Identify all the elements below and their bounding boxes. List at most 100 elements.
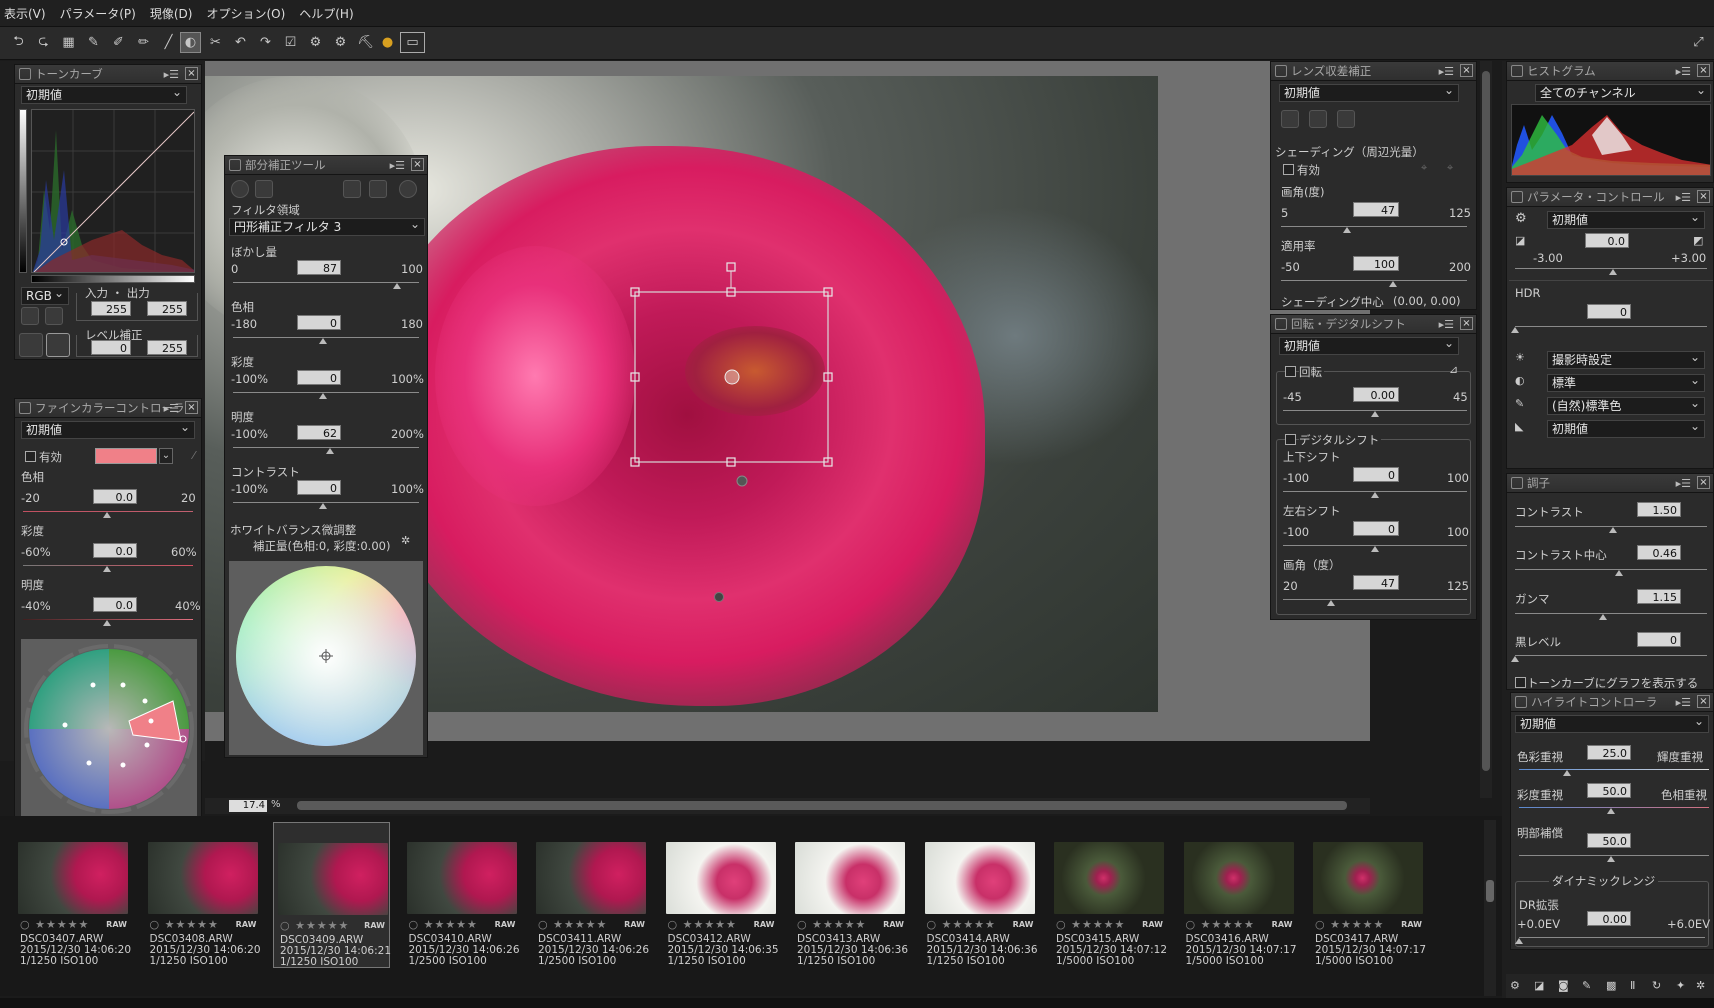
angle-tool-icon[interactable]: ⊿ bbox=[1449, 363, 1458, 376]
picker-icon[interactable]: ⁄ bbox=[193, 449, 195, 462]
show-graph-checkbox[interactable] bbox=[1515, 677, 1526, 688]
rating-stars[interactable]: ○ ★★★★★ bbox=[927, 918, 996, 931]
partial-slider-knob[interactable] bbox=[319, 393, 327, 399]
rating-stars[interactable]: ○ ★★★★★ bbox=[20, 918, 89, 931]
close-icon[interactable]: × bbox=[1697, 64, 1710, 77]
saturation-hue-value[interactable]: 50.0 bbox=[1587, 783, 1631, 798]
dr-expand-value[interactable]: 0.00 bbox=[1587, 911, 1631, 926]
thumbnail-image[interactable] bbox=[795, 842, 905, 914]
gamma-value[interactable]: 1.15 bbox=[1637, 589, 1681, 604]
wb-wheel-area[interactable] bbox=[229, 561, 423, 755]
color-wheel-area[interactable] bbox=[21, 639, 197, 827]
menu-options[interactable]: オプション(O) bbox=[206, 5, 285, 22]
brush-icon[interactable]: ╱ bbox=[158, 32, 179, 53]
gamma-slider-knob[interactable] bbox=[1599, 614, 1607, 620]
rate-value[interactable]: 100 bbox=[1353, 256, 1399, 271]
lens-titlebar[interactable]: レンズ収差補正 ▸☰ × bbox=[1271, 62, 1476, 81]
parameter-preset[interactable]: 初期値 bbox=[1547, 209, 1705, 229]
vertical-shift-knob[interactable] bbox=[1371, 492, 1379, 498]
partial-icon[interactable]: ◙ bbox=[1558, 979, 1569, 992]
vscroll-thumb[interactable] bbox=[1482, 71, 1490, 771]
batch-disabled-icon[interactable]: ⚙ bbox=[330, 32, 351, 53]
partial-slider-value[interactable]: 0 bbox=[297, 480, 341, 495]
color-luminance-knob[interactable] bbox=[1563, 770, 1571, 776]
fine-color-titlebar[interactable]: ファインカラーコントローラ ▸☰ × bbox=[15, 399, 201, 418]
creative-style-select[interactable]: 標準 bbox=[1547, 372, 1705, 392]
contrast-center-track[interactable] bbox=[1515, 569, 1707, 570]
rotate-left-icon[interactable]: ⮌ bbox=[8, 32, 29, 53]
fine-color-enable-checkbox[interactable] bbox=[25, 451, 36, 462]
brightness-slider-knob[interactable] bbox=[103, 620, 111, 626]
rotate-value[interactable]: 0.00 bbox=[1353, 387, 1399, 402]
ds-icon[interactable]: ● bbox=[377, 32, 398, 53]
film-thumbnail[interactable]: ○ ★★★★★ RAW DSC03414.ARW 2015/12/30 14:06:3… bbox=[921, 822, 1038, 968]
thumbnail-image[interactable] bbox=[406, 842, 517, 914]
crop-icon[interactable]: ⛏ bbox=[355, 32, 376, 53]
black-level-value[interactable]: 0 bbox=[1637, 632, 1681, 647]
output-value[interactable]: 255 bbox=[147, 301, 187, 316]
film-thumbnail[interactable]: ○ ★★★★★ RAW DSC03410.ARW 2015/12/30 14:06:2… bbox=[403, 822, 520, 968]
delete-filter-icon[interactable] bbox=[369, 180, 387, 198]
contrast-slider-knob[interactable] bbox=[1609, 527, 1617, 533]
sharpen-icon[interactable]: ✦ bbox=[1676, 979, 1685, 992]
shading-enable-checkbox[interactable] bbox=[1283, 164, 1294, 175]
center-reset-icon[interactable]: ⌖ bbox=[1447, 161, 1453, 175]
hdr-slider-track[interactable] bbox=[1515, 326, 1707, 327]
panel-menu-icon[interactable]: ▸☰ bbox=[1676, 189, 1691, 207]
level-high-value[interactable]: 255 bbox=[147, 340, 187, 355]
rate-slider-knob[interactable] bbox=[1389, 281, 1397, 287]
partial-slider-value[interactable]: 0 bbox=[297, 370, 341, 385]
partial-slider-value[interactable]: 87 bbox=[297, 260, 341, 275]
rating-stars[interactable]: ○ ★★★★★ bbox=[1315, 918, 1384, 931]
wb-reset-icon[interactable]: ✲ bbox=[401, 534, 410, 547]
thumbnail-image[interactable] bbox=[278, 843, 388, 915]
settings-icon[interactable]: ✲ bbox=[1696, 979, 1705, 992]
partial-slider-value[interactable]: 62 bbox=[297, 425, 341, 440]
film-thumbnail[interactable]: ○ ★★★★★ RAW DSC03415.ARW 2015/12/30 14:07:1… bbox=[1050, 822, 1167, 968]
hdr-slider-knob[interactable] bbox=[1511, 327, 1519, 333]
angle-slider-knob[interactable] bbox=[1343, 227, 1351, 233]
swatch-dropdown-icon[interactable]: ⌄ bbox=[159, 448, 173, 464]
partial-slider-track[interactable] bbox=[233, 282, 419, 283]
film-thumbnail[interactable]: ○ ★★★★★ RAW DSC03416.ARW 2015/12/30 14:07:1… bbox=[1180, 822, 1297, 968]
input-value[interactable]: 255 bbox=[91, 301, 131, 316]
contrast-center-knob[interactable] bbox=[1615, 570, 1623, 576]
contrast-center-value[interactable]: 0.46 bbox=[1637, 545, 1681, 560]
rating-stars[interactable]: ○ ★★★★★ bbox=[409, 918, 478, 931]
saturation-hue-knob[interactable] bbox=[1607, 808, 1615, 814]
thumbnail-image[interactable] bbox=[665, 842, 776, 914]
close-icon[interactable]: × bbox=[1697, 190, 1710, 203]
hscroll-thumb[interactable] bbox=[297, 801, 1347, 810]
filter-selection-svg[interactable] bbox=[620, 255, 845, 495]
filter-region-select[interactable]: 円形補正フィルタ 3 bbox=[229, 216, 425, 236]
level-low-value[interactable]: 0 bbox=[91, 340, 131, 355]
thumbnail-image[interactable] bbox=[1054, 842, 1164, 914]
film-thumbnail[interactable]: ○ ★★★★★ RAW DSC03417.ARW 2015/12/30 14:07:1… bbox=[1309, 822, 1426, 968]
menu-view[interactable]: 表示(V) bbox=[4, 5, 46, 22]
shading-tab-icon[interactable] bbox=[1281, 110, 1299, 128]
curve-reset-icon[interactable] bbox=[21, 307, 39, 325]
rotate-right-icon[interactable]: ⮎ bbox=[33, 32, 54, 53]
horizontal-shift-value[interactable]: 0 bbox=[1353, 521, 1399, 536]
white-balance-select[interactable]: 撮影時設定 bbox=[1547, 349, 1705, 369]
center-target-icon[interactable]: ⌖ bbox=[1421, 161, 1427, 175]
panel-menu-icon[interactable]: ▸☰ bbox=[1439, 63, 1454, 81]
highlight-preset[interactable]: 初期値 bbox=[1515, 713, 1709, 733]
horizontal-shift-knob[interactable] bbox=[1371, 546, 1379, 552]
close-icon[interactable]: × bbox=[1697, 695, 1710, 708]
partial-tool-titlebar[interactable]: 部分補正ツール ▸☰ × bbox=[225, 156, 427, 175]
panel-menu-icon[interactable]: ▸☰ bbox=[1676, 475, 1691, 493]
rate-slider-track[interactable] bbox=[1281, 280, 1467, 281]
black-level-knob[interactable] bbox=[1511, 656, 1519, 662]
digital-shift-checkbox[interactable] bbox=[1285, 434, 1296, 445]
exposure-slider-knob[interactable] bbox=[1609, 269, 1617, 275]
check-icon[interactable]: ☑ bbox=[280, 32, 301, 53]
thumbnail-image[interactable] bbox=[18, 842, 128, 914]
hdr-value[interactable]: 0 bbox=[1587, 304, 1631, 319]
shift-angle-knob[interactable] bbox=[1327, 600, 1335, 606]
dr-expand-knob[interactable] bbox=[1515, 938, 1523, 944]
close-icon[interactable]: × bbox=[411, 158, 424, 171]
mask-icon[interactable] bbox=[399, 180, 417, 198]
film-thumbnail[interactable]: ○ ★★★★★ RAW DSC03413.ARW 2015/12/30 14:06:3… bbox=[791, 822, 908, 968]
tone-preset-select[interactable]: 初期値 bbox=[1547, 418, 1705, 438]
